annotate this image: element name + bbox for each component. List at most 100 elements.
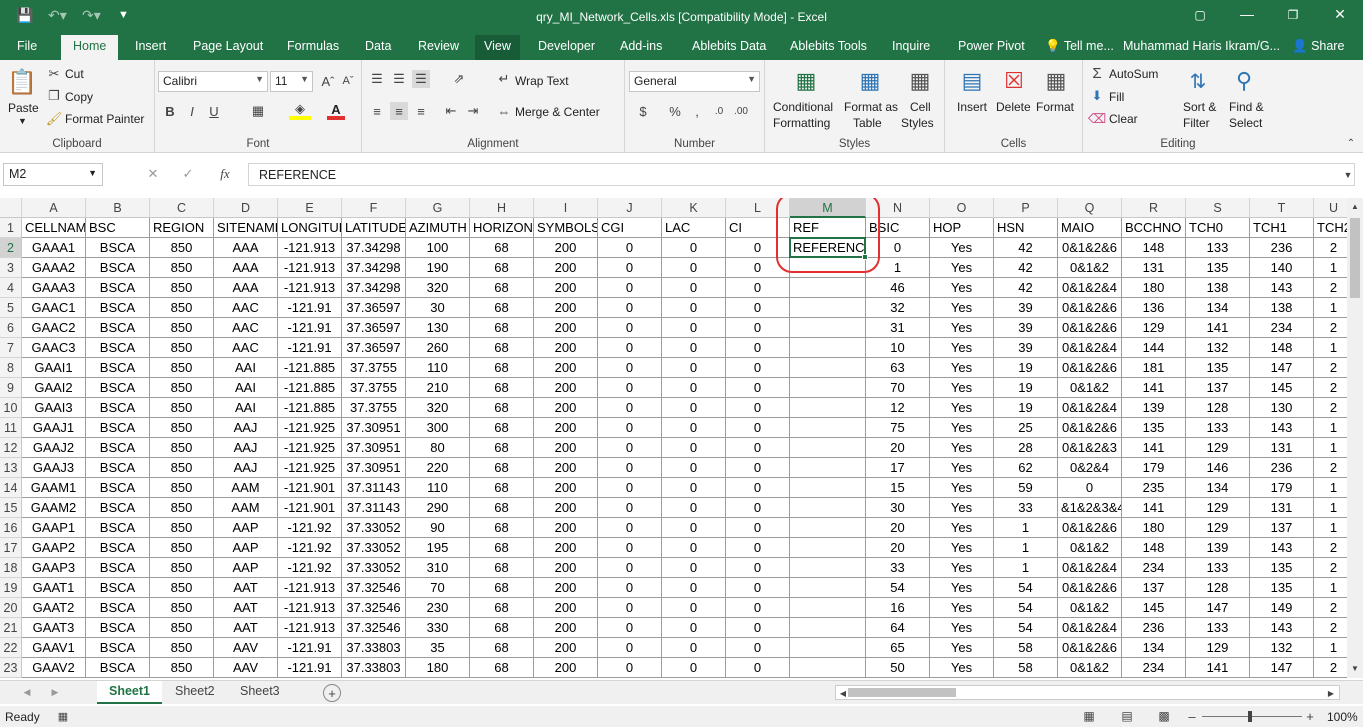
table-cell[interactable]: 0 — [726, 258, 790, 278]
cancel-icon[interactable]: ✕ — [145, 166, 161, 182]
tab-data[interactable]: Data — [365, 39, 391, 53]
table-cell[interactable] — [790, 518, 866, 538]
table-cell[interactable]: AAV — [214, 638, 278, 658]
number-format-box[interactable]: General ▼ — [629, 71, 760, 92]
header-cell[interactable]: TCH0 — [1186, 218, 1250, 238]
table-cell[interactable]: 30 — [406, 298, 470, 318]
table-cell[interactable]: BSCA — [86, 238, 150, 258]
table-cell[interactable]: 1 — [1314, 498, 1347, 518]
table-cell[interactable]: 180 — [1122, 278, 1186, 298]
table-cell[interactable]: 0&1&2&6 — [1058, 358, 1122, 378]
table-cell[interactable]: 0&1&2&3 — [1058, 438, 1122, 458]
table-cell[interactable]: 68 — [470, 358, 534, 378]
table-cell[interactable]: 330 — [406, 618, 470, 638]
tab-file[interactable]: File — [17, 39, 37, 53]
table-cell[interactable]: BSCA — [86, 618, 150, 638]
normal-view-icon[interactable]: ▦ — [1082, 709, 1096, 723]
table-cell[interactable]: 0 — [598, 298, 662, 318]
table-cell[interactable]: 132 — [1186, 338, 1250, 358]
table-cell[interactable] — [790, 498, 866, 518]
table-cell[interactable]: 1 — [1314, 418, 1347, 438]
table-cell[interactable] — [790, 258, 866, 278]
table-cell[interactable]: 0&1&2 — [1058, 658, 1122, 678]
table-cell[interactable]: 260 — [406, 338, 470, 358]
table-cell[interactable]: 0&1&2&4 — [1058, 398, 1122, 418]
header-cell[interactable]: CGI — [598, 218, 662, 238]
header-cell[interactable]: AZIMUTH — [406, 218, 470, 238]
table-cell[interactable]: AAI — [214, 358, 278, 378]
table-cell[interactable] — [790, 338, 866, 358]
table-cell[interactable]: 850 — [150, 238, 214, 258]
table-cell[interactable]: 145 — [1250, 378, 1314, 398]
table-cell[interactable]: 0 — [662, 458, 726, 478]
table-cell[interactable]: 0 — [726, 578, 790, 598]
table-cell[interactable] — [790, 378, 866, 398]
table-cell[interactable]: GAAA2 — [22, 258, 86, 278]
table-cell[interactable]: 850 — [150, 578, 214, 598]
table-cell[interactable]: 37.36597 — [342, 318, 406, 338]
table-cell[interactable]: 1 — [994, 538, 1058, 558]
table-cell[interactable]: GAAM1 — [22, 478, 86, 498]
table-cell[interactable]: 0 — [726, 358, 790, 378]
table-cell[interactable]: 0 — [662, 378, 726, 398]
header-cell[interactable]: CI — [726, 218, 790, 238]
table-cell[interactable]: Yes — [930, 658, 994, 678]
table-cell[interactable]: BSCA — [86, 278, 150, 298]
table-cell[interactable]: -121.91 — [278, 318, 342, 338]
table-cell[interactable]: 190 — [406, 258, 470, 278]
table-cell[interactable]: 68 — [470, 438, 534, 458]
table-cell[interactable]: 0 — [662, 318, 726, 338]
table-cell[interactable]: 0 — [726, 398, 790, 418]
table-cell[interactable]: AAI — [214, 398, 278, 418]
table-cell[interactable]: AAC — [214, 338, 278, 358]
table-cell[interactable]: 0&1&2 — [1058, 538, 1122, 558]
table-cell[interactable] — [790, 658, 866, 678]
tab-add-ins[interactable]: Add-ins — [620, 39, 662, 53]
zoom-slider-thumb[interactable] — [1248, 711, 1252, 722]
table-cell[interactable] — [790, 598, 866, 618]
table-cell[interactable]: 58 — [994, 658, 1058, 678]
table-cell[interactable]: 133 — [1186, 238, 1250, 258]
table-cell[interactable]: 70 — [866, 378, 930, 398]
table-cell[interactable]: GAAJ2 — [22, 438, 86, 458]
table-cell[interactable]: 30 — [866, 498, 930, 518]
row-header[interactable]: 21 — [0, 618, 22, 638]
format-as-table-line1[interactable]: Format as — [844, 100, 898, 114]
delete-button[interactable]: Delete — [996, 100, 1031, 114]
table-cell[interactable]: 0 — [598, 258, 662, 278]
table-cell[interactable]: 68 — [470, 658, 534, 678]
table-cell[interactable]: 0 — [726, 338, 790, 358]
table-cell[interactable]: 0 — [662, 298, 726, 318]
table-cell[interactable]: 0 — [726, 458, 790, 478]
table-cell[interactable]: 179 — [1250, 478, 1314, 498]
align-left-icon[interactable]: ≡ — [368, 102, 386, 120]
decrease-indent-icon[interactable]: ⇤ — [442, 102, 460, 120]
align-bottom-icon[interactable]: ☰ — [412, 70, 430, 88]
table-cell[interactable]: 148 — [1122, 238, 1186, 258]
column-header-h[interactable]: H — [470, 198, 534, 218]
table-cell[interactable]: 37.34298 — [342, 278, 406, 298]
table-cell[interactable]: GAAJ3 — [22, 458, 86, 478]
insert-function-icon[interactable]: fx — [215, 166, 235, 182]
decrease-decimal-icon[interactable]: .00 — [731, 102, 751, 120]
table-cell[interactable]: BSCA — [86, 258, 150, 278]
cell-styles-line1[interactable]: Cell — [910, 100, 931, 114]
expand-formula-icon[interactable]: ▼ — [1340, 167, 1356, 183]
table-cell[interactable]: 20 — [866, 538, 930, 558]
align-top-icon[interactable]: ☰ — [368, 70, 386, 88]
table-cell[interactable]: 35 — [406, 638, 470, 658]
table-cell[interactable]: BSCA — [86, 318, 150, 338]
orientation-icon[interactable]: ⇗ — [446, 70, 472, 88]
table-cell[interactable]: 200 — [534, 358, 598, 378]
table-cell[interactable]: 0 — [662, 618, 726, 638]
table-cell[interactable]: 143 — [1250, 538, 1314, 558]
table-cell[interactable]: 33 — [994, 498, 1058, 518]
table-cell[interactable]: -121.925 — [278, 438, 342, 458]
font-name-box[interactable]: Calibri ▼ — [158, 71, 268, 92]
table-cell[interactable]: 132 — [1250, 638, 1314, 658]
table-cell[interactable]: 68 — [470, 398, 534, 418]
enter-icon[interactable]: ✓ — [180, 166, 196, 182]
tab-inquire[interactable]: Inquire — [892, 39, 930, 53]
table-cell[interactable]: Yes — [930, 298, 994, 318]
table-cell[interactable]: -121.901 — [278, 498, 342, 518]
